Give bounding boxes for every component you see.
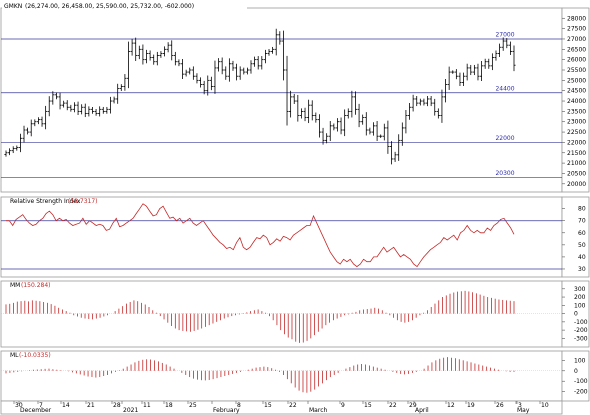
mm-title: MM (150.284) [10,282,51,289]
rsi-tick-label: 30 [578,266,586,273]
date-tick-label: 21 [87,402,95,409]
price-tick-label: 27000 [567,36,586,43]
ml-title-name: ML [10,352,19,359]
price-title: GMKN (26,274.00, 26,458.00, 25,590.00, 2… [2,1,247,10]
rsi-tick-label: 70 [578,218,586,225]
rsi-tick-label: 60 [578,230,586,237]
ml-title: ML (-10.0335) [10,352,51,359]
date-tick-label: April [415,407,429,414]
ml-tick-label: 0 [574,368,578,375]
mm-tick-label: 0 [574,311,578,318]
price-ohlc-values: (26,274.00, 26,458.00, 25,590.00, 25,732… [25,3,194,10]
date-tick-label: May [517,407,530,414]
rsi-value: (58.7317) [68,198,98,205]
price-tick-label: 27500 [567,26,586,33]
date-tick-label: 18 [165,402,173,409]
date-tick-label: 26 [496,402,504,409]
price-level-label: 24400 [495,85,514,92]
mm-tick-label: 100 [574,302,586,309]
date-tick-label: February [213,407,240,414]
price-tick-label: 24500 [567,88,586,95]
ml-tick-label: 100 [574,357,586,364]
date-tick-label: 15 [264,402,272,409]
price-tick-label: 24000 [567,98,586,105]
price-plot-area [0,7,563,193]
mm-tick-label: 200 [574,294,586,301]
ml-plot-area [0,350,563,402]
rsi-tick-label: 40 [578,254,586,261]
date-tick-label: 22 [389,402,397,409]
price-tick-label: 25000 [567,77,586,84]
date-tick-label: 2021 [123,407,138,414]
rsi-pane[interactable]: 30 40 50 60 70 80 Relative Strength Index (58… [0,196,590,278]
mm-tick-label: -300 [574,335,588,342]
price-tick-label: 28000 [567,15,586,22]
price-tick-label: 23000 [567,119,586,126]
date-tick-label: 25 [189,402,197,409]
date-tick-label: 10 [541,402,549,409]
date-tick-label: 11 [143,402,151,409]
rsi-plot-area [0,196,563,278]
price-tick-label: 20000 [567,181,586,188]
price-tick-label: 21000 [567,160,586,167]
price-tick-label: 26000 [567,57,586,64]
price-tick-label: 26500 [567,46,586,53]
rsi-tick-label: 50 [578,242,586,249]
price-tick-label: 22000 [567,139,586,146]
chart-window: 27000244002200020300 2000020500210002150… [0,1,590,415]
date-tick-label: 19 [467,402,475,409]
price-level-label: 22000 [495,135,514,142]
price-title-name: GMKN [4,3,22,10]
price-level-label: 20300 [495,170,514,177]
ml-tick-label: -100 [574,378,588,385]
date-axis: 30December7 14 21 28202111 18 25February8 15 22… [0,400,563,415]
date-tick-label: 28 [113,402,121,409]
date-tick-label: 14 [62,402,70,409]
price-level-label: 27000 [495,31,514,38]
date-tick-label: 7 [39,402,43,409]
date-tick-label: 22 [289,402,297,409]
ml-value: (-10.0335) [19,352,51,359]
date-tick-label: March [309,407,327,414]
mm-tick-label: -200 [574,327,588,334]
rsi-tick-label: 80 [578,206,586,213]
mm-tick-label: 300 [574,286,586,293]
price-tick-label: 23500 [567,108,586,115]
ml-tick-label: -200 [574,389,588,396]
date-tick-label: 8 [237,402,241,409]
date-axis-area [0,400,563,415]
mm-value: (150.284) [21,282,51,289]
mm-title-name: MM [10,282,20,289]
mm-pane[interactable]: -300-200-1000 100200300 MM (150.284) [0,280,590,348]
date-tick-label: December [20,407,52,414]
date-tick-label: 9 [341,402,345,409]
date-tick-label: 15 [364,402,372,409]
price-tick-label: 22500 [567,129,586,136]
price-tick-label: 25500 [567,67,586,74]
price-tick-label: 21500 [567,150,586,157]
price-pane[interactable]: 27000 24400 22000 20300 20000 20500 21000 2150… [0,1,590,193]
rsi-title: Relative Strength Index (58.7317) [10,198,98,205]
price-tick-label: 20500 [567,170,586,177]
mm-tick-label: -100 [574,319,588,326]
ml-pane[interactable]: -200 -100 0 100 ML (-10.0335) [0,350,590,402]
date-tick-label: 12 [447,402,455,409]
